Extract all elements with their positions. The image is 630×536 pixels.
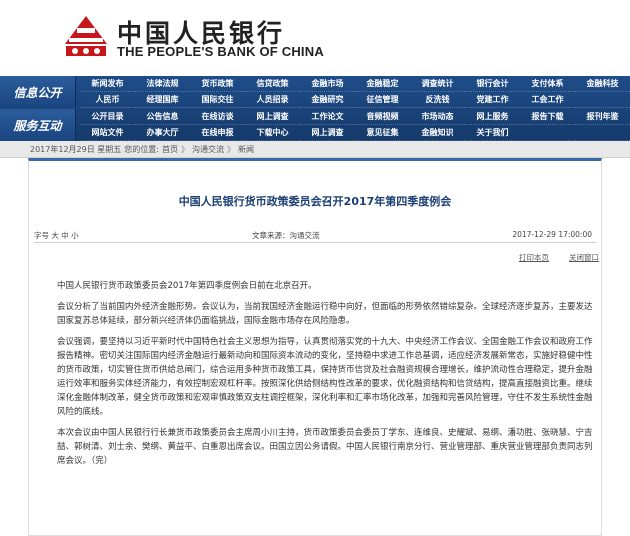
nav-item[interactable]: 在线访谈: [190, 109, 245, 125]
nav-item[interactable]: 关于我们: [465, 125, 520, 141]
nav-item[interactable]: 市场动态: [410, 109, 465, 125]
nav-item[interactable]: 金融研究: [300, 92, 355, 108]
logo-english[interactable]: THE PEOPLE'S BANK OF CHINA: [117, 44, 324, 59]
nav-item[interactable]: 报刊年鉴: [575, 109, 630, 125]
article-paragraph: 会议分析了当前国内外经济金融形势。会议认为，当前我国经济金融运行稳中向好，但面临…: [57, 302, 593, 326]
nav-item[interactable]: 支付体系: [520, 76, 575, 92]
breadcrumb-label: 您的位置:: [124, 144, 159, 154]
nav-item[interactable]: 国际交往: [190, 92, 245, 108]
print-link[interactable]: 打印本页: [519, 252, 549, 263]
article-source: 文章来源：沟通交流: [252, 231, 320, 240]
article-title: 中国人民银行货币政策委员会召开2017年第四季度例会: [178, 195, 452, 208]
nav-item[interactable]: [575, 125, 630, 141]
nav-item[interactable]: 音频视频: [355, 109, 410, 125]
article-paragraph: 本次会议由中国人民银行行长兼货币政策委员会主席周小川主持，货币政策委员会委员丁学…: [57, 428, 593, 466]
article-panel: 中国人民银行货币政策委员会召开2017年第四季度例会 字号 大 中 小 文章来源…: [28, 158, 602, 536]
nav-section-info[interactable]: 信息公开: [0, 76, 76, 108]
article-paragraph: 会议强调，要坚持以习近平新时代中国特色社会主义思想为指导，认真贯彻落实党的十九大…: [57, 337, 593, 417]
nav-grid-service: 公开目录 公告信息 在线访谈 网上调查 工作论文 音频视频 市场动态 网上服务 …: [80, 109, 630, 141]
article-body: 中国人民银行货币政策委员会2017年第四季度例会日前在北京召开。 会议分析了当前…: [57, 279, 593, 475]
nav-item[interactable]: 信贷政策: [245, 76, 300, 92]
nav-item[interactable]: 货币政策: [190, 76, 245, 92]
article-date: 2017-12-29 17:00:00: [512, 230, 592, 239]
current-date: 2017年12月29日 星期五: [30, 144, 122, 154]
breadcrumb-home[interactable]: 首页: [162, 144, 178, 155]
breadcrumb-separator: 》: [226, 144, 235, 154]
close-window-link[interactable]: 关闭窗口: [569, 252, 599, 263]
nav-item[interactable]: 网上调查: [245, 109, 300, 125]
article-meta: 字号 大 中 小 文章来源：沟通交流 2017-12-29 17:00:00: [34, 229, 596, 243]
breadcrumb-separator: 》: [180, 144, 189, 154]
nav-item[interactable]: 在线申报: [190, 125, 245, 141]
nav-item[interactable]: 网上调查: [300, 125, 355, 141]
breadcrumb-level2[interactable]: 新闻: [238, 144, 254, 155]
nav-item[interactable]: 金融稳定: [355, 76, 410, 92]
breadcrumb-level1[interactable]: 沟通交流: [192, 144, 224, 155]
nav-item[interactable]: 新闻发布: [80, 76, 135, 92]
nav-section-service[interactable]: 服务互动: [0, 109, 76, 141]
main-nav: 信息公开 服务互动 新闻发布 法律法规 货币政策 信贷政策 金融市场 金融稳定 …: [0, 76, 630, 141]
nav-item[interactable]: 报告下载: [520, 109, 575, 125]
font-size-control[interactable]: 字号 大 中 小: [34, 230, 79, 241]
nav-item[interactable]: 金融市场: [300, 76, 355, 92]
nav-item[interactable]: 反洗钱: [410, 92, 465, 108]
nav-item[interactable]: 征信管理: [355, 92, 410, 108]
nav-item[interactable]: 办事大厅: [135, 125, 190, 141]
nav-item[interactable]: 公告信息: [135, 109, 190, 125]
nav-item[interactable]: 法律法规: [135, 76, 190, 92]
nav-item[interactable]: 调查统计: [410, 76, 465, 92]
nav-item[interactable]: 金融知识: [410, 125, 465, 141]
nav-item[interactable]: 银行会计: [465, 76, 520, 92]
nav-item[interactable]: 人员招录: [245, 92, 300, 108]
nav-item[interactable]: 下载中心: [245, 125, 300, 141]
article-actions: 打印本页 关闭窗口: [519, 252, 599, 263]
breadcrumb: 2017年12月29日 星期五 您的位置: 首页 》 沟通交流 》 新闻: [0, 141, 630, 158]
nav-item[interactable]: 金融科技: [575, 76, 630, 92]
nav-item[interactable]: 经理国库: [135, 92, 190, 108]
nav-grid-info: 新闻发布 法律法规 货币政策 信贷政策 金融市场 金融稳定 调查统计 银行会计 …: [80, 76, 630, 108]
nav-item[interactable]: 网站文件: [80, 125, 135, 141]
nav-item[interactable]: [520, 125, 575, 141]
nav-item[interactable]: 工会工作: [520, 92, 575, 108]
article-paragraph: 中国人民银行货币政策委员会2017年第四季度例会日前在北京召开。: [57, 281, 317, 291]
site-header: 中国人民银行 THE PEOPLE'S BANK OF CHINA: [0, 0, 630, 76]
nav-item[interactable]: 党建工作: [465, 92, 520, 108]
nav-item[interactable]: 工作论文: [300, 109, 355, 125]
nav-item[interactable]: 意见征集: [355, 125, 410, 141]
nav-item[interactable]: 网上服务: [465, 109, 520, 125]
nav-item[interactable]: [575, 92, 630, 108]
pboc-logo-icon[interactable]: [63, 14, 109, 58]
nav-item[interactable]: 人民币: [80, 92, 135, 108]
nav-item[interactable]: 公开目录: [80, 109, 135, 125]
